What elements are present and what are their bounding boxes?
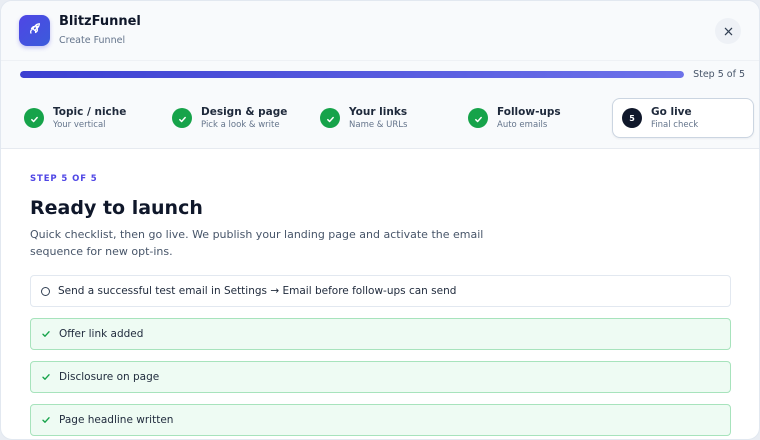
step-complete-badge: [320, 108, 340, 128]
checklist-item-text: Send a successful test email in Settings…: [58, 285, 457, 297]
step-eyebrow: STEP 5 OF 5: [30, 174, 98, 184]
modal-header: BlitzFunnel Create Funnel: [1, 1, 759, 61]
progress-row: Step 5 of 5: [1, 61, 759, 88]
rocket-icon: [28, 21, 42, 40]
stepper: Topic / niche Your vertical Design & pag…: [1, 88, 759, 149]
step-title: Go live: [651, 105, 692, 118]
step-title: Topic / niche: [53, 105, 127, 118]
check-icon: [326, 109, 335, 128]
close-icon: [724, 21, 733, 40]
step-topic-niche[interactable]: Topic / niche Your vertical: [16, 98, 164, 138]
app-name: BlitzFunnel: [59, 14, 141, 29]
step-your-links[interactable]: Your links Name & URLs: [312, 98, 460, 138]
check-icon: [41, 372, 51, 382]
checklist-item-text: Disclosure on page: [59, 371, 160, 383]
checklist-item-text: Offer link added: [59, 328, 144, 340]
step-subtitle: Final check: [651, 119, 699, 130]
checklist-item-disclosure: Disclosure on page: [30, 361, 731, 393]
checklist-item-text: Page headline written: [59, 414, 174, 426]
page-description: Quick checklist, then go live. We publis…: [30, 228, 484, 258]
step-title: Follow-ups: [497, 105, 561, 118]
check-icon: [474, 109, 483, 128]
launch-checklist: Send a successful test email in Settings…: [30, 275, 731, 439]
check-icon: [30, 109, 39, 128]
checklist-item-headline: Page headline written: [30, 404, 731, 436]
check-icon: [41, 415, 51, 425]
step-content: STEP 5 OF 5 Ready to launch Quick checkl…: [1, 149, 759, 439]
step-number-badge: 5: [622, 108, 642, 128]
progress-label: Step 5 of 5: [693, 69, 745, 80]
step-go-live[interactable]: 5 Go live Final check: [612, 98, 754, 138]
step-subtitle: Your vertical: [53, 119, 106, 130]
app-logo: [19, 15, 50, 46]
page-title: Ready to launch: [30, 197, 203, 219]
brand-block: BlitzFunnel Create Funnel: [59, 14, 141, 47]
step-complete-badge: [468, 108, 488, 128]
checklist-item-offer-link: Offer link added: [30, 318, 731, 350]
step-title: Your links: [349, 105, 408, 118]
modal-subtitle: Create Funnel: [59, 35, 126, 46]
step-design-page[interactable]: Design & page Pick a look & write: [164, 98, 312, 138]
step-subtitle: Name & URLs: [349, 119, 408, 130]
step-follow-ups[interactable]: Follow-ups Auto emails: [460, 98, 608, 138]
close-button[interactable]: [715, 17, 741, 44]
create-funnel-modal: BlitzFunnel Create Funnel Step 5 of 5 To…: [0, 0, 760, 440]
check-icon: [41, 329, 51, 339]
check-icon: [178, 109, 187, 128]
progress-fill: [20, 71, 685, 78]
step-subtitle: Pick a look & write: [201, 119, 280, 130]
step-subtitle: Auto emails: [497, 119, 548, 130]
progress-bar: [20, 71, 685, 78]
step-complete-badge: [172, 108, 192, 128]
checklist-item-test-email: Send a successful test email in Settings…: [30, 275, 731, 307]
step-complete-badge: [24, 108, 44, 128]
step-title: Design & page: [201, 105, 288, 118]
pending-circle-icon: [41, 286, 50, 296]
